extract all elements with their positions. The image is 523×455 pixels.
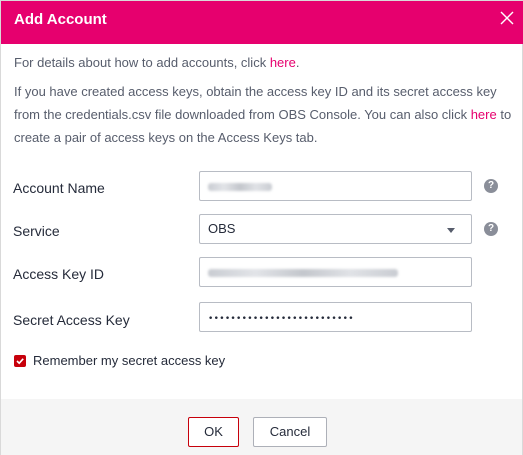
access-key-id-input[interactable] <box>199 257 472 287</box>
service-select[interactable]: OBS <box>199 214 472 244</box>
account-name-input[interactable] <box>199 171 472 201</box>
remember-label[interactable]: Remember my secret access key <box>33 353 225 369</box>
chevron-down-icon <box>447 228 455 233</box>
intro-line-2: If you have created access keys, obtain … <box>14 80 514 149</box>
dialog-title: Add Account <box>14 11 107 28</box>
intro-line-1-text: For details about how to add accounts, c… <box>14 55 270 70</box>
check-icon <box>16 358 24 365</box>
cancel-button[interactable]: Cancel <box>253 417 327 447</box>
intro-line-2-text: If you have created access keys, obtain … <box>14 84 497 122</box>
remember-checkbox[interactable] <box>14 355 26 367</box>
close-icon[interactable] <box>499 10 515 26</box>
help-icon[interactable]: ? <box>484 222 498 236</box>
secret-access-key-input[interactable]: •••••••••••••••••••••••••• <box>199 302 472 332</box>
create-access-keys-link[interactable]: here <box>471 107 497 122</box>
account-name-value <box>208 182 272 191</box>
access-key-id-label: Access Key ID <box>13 266 105 282</box>
help-icon[interactable]: ? <box>484 179 498 193</box>
access-key-id-value <box>208 268 398 277</box>
dialog-header: Add Account <box>1 1 523 44</box>
secret-access-key-value: •••••••••••••••••••••••••• <box>208 314 354 324</box>
ok-button[interactable]: OK <box>188 417 239 447</box>
service-selected-value: OBS <box>208 221 236 236</box>
secret-access-key-label: Secret Access Key <box>13 312 130 328</box>
add-account-dialog: Add Account For details about how to add… <box>0 0 523 455</box>
intro-line-1: For details about how to add accounts, c… <box>14 51 514 74</box>
add-accounts-help-link[interactable]: here <box>270 55 296 70</box>
intro-line-1-suffix: . <box>295 55 300 70</box>
account-name-label: Account Name <box>13 180 105 196</box>
service-label: Service <box>13 223 60 239</box>
